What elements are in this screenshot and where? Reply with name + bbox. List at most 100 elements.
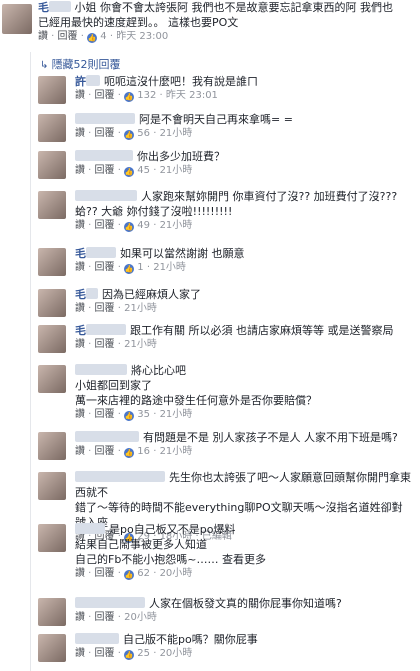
- reply-button[interactable]: 回覆: [95, 262, 115, 273]
- like-count: 4: [100, 31, 107, 42]
- timestamp[interactable]: 昨天 23:01: [166, 90, 218, 101]
- like-button[interactable]: 讚: [75, 339, 85, 350]
- avatar[interactable]: [38, 151, 66, 179]
- avatar[interactable]: [38, 289, 66, 317]
- avatar[interactable]: [38, 634, 66, 662]
- thumbs-up-icon: 👍: [87, 33, 98, 43]
- reply-actions: 讚 · 回覆 · 👍 1 · 21小時: [75, 262, 186, 274]
- commenter-name[interactable]: 毛: [75, 324, 130, 337]
- commenter-name[interactable]: [75, 150, 137, 163]
- reply-button[interactable]: 回覆: [95, 165, 115, 176]
- reply-button[interactable]: 回覆: [58, 31, 78, 42]
- reply-body: 人家在個板發文真的關你屁事你知道嗎? 讚 · 回覆 · 20小時: [75, 596, 413, 625]
- reply-button[interactable]: 回覆: [95, 612, 115, 623]
- like-button[interactable]: 讚: [75, 446, 85, 457]
- reply-button[interactable]: 回覆: [95, 339, 115, 350]
- reply-actions: 讚 · 回覆 · 👍 35 · 21小時: [75, 409, 193, 421]
- like-button[interactable]: 讚: [38, 31, 48, 42]
- thread-divider: [30, 52, 31, 671]
- timestamp[interactable]: 20小時: [160, 648, 193, 659]
- commenter-name[interactable]: 許: [75, 75, 104, 88]
- timestamp[interactable]: 21小時: [160, 446, 193, 457]
- avatar[interactable]: [38, 365, 66, 393]
- avatar[interactable]: [38, 598, 66, 626]
- reply-button[interactable]: 回覆: [95, 220, 115, 231]
- commenter-name[interactable]: 毛: [38, 1, 71, 14]
- like-button[interactable]: 讚: [75, 568, 85, 579]
- like-button[interactable]: 讚: [75, 128, 85, 139]
- thumbs-up-icon: 👍: [124, 222, 135, 232]
- like-button[interactable]: 讚: [75, 165, 85, 176]
- reply-body: 許呃呃這沒什麼吧！我有說是誰ㄇ讚 · 回覆 · 👍 132 · 昨天 23:01: [75, 74, 413, 103]
- reply-text: 是po自己板又不是po爆料: [109, 523, 236, 536]
- reply-text: 萬一來店裡的路途中發生任何意外是否你要賠償？: [75, 394, 317, 407]
- reply-body: 毛跟工作有關 所以必須 也請店家麻煩等等 或是送警察局讚 · 回覆 · 21小時: [75, 323, 413, 352]
- avatar[interactable]: [38, 325, 66, 353]
- commenter-name[interactable]: 毛: [75, 247, 120, 260]
- avatar[interactable]: [38, 191, 66, 219]
- like-button[interactable]: 讚: [75, 648, 85, 659]
- avatar[interactable]: [38, 524, 66, 552]
- reply-text: 人家在個板發文真的關你屁事你知道嗎?: [149, 597, 342, 610]
- timestamp[interactable]: 21小時: [124, 303, 157, 314]
- timestamp[interactable]: 21小時: [153, 262, 186, 273]
- like-button[interactable]: 讚: [75, 220, 85, 231]
- commenter-name[interactable]: [75, 523, 109, 536]
- like-button[interactable]: 讚: [75, 612, 85, 623]
- reply-text: 人家跑來幫妳開門 你車資付了沒?? 加班費付了沒???: [141, 190, 398, 203]
- commenter-name[interactable]: [75, 190, 141, 203]
- commenter-name[interactable]: [75, 633, 123, 646]
- thumbs-up-icon: 👍: [124, 92, 135, 102]
- comment-thread: 毛 小姐 你會不會太誇張阿 我們也不是故意要忘記拿東西的阿 我們也 已經用最快的…: [0, 0, 420, 671]
- commenter-name[interactable]: [75, 113, 139, 126]
- commenter-name[interactable]: 毛: [75, 288, 102, 301]
- reply-text: 呃呃這沒什麼吧！我有說是誰ㄇ: [104, 75, 258, 88]
- like-count: 35: [137, 409, 151, 420]
- avatar[interactable]: [38, 432, 66, 460]
- reply-text: 你出多少加班費？: [137, 150, 225, 163]
- thumbs-up-icon: 👍: [124, 264, 135, 274]
- reply-text: 如果可以當然謝謝 也願意: [120, 247, 245, 260]
- reply-actions: 讚 · 回覆 · 👍 56 · 21小時: [75, 128, 193, 140]
- timestamp[interactable]: 21小時: [160, 128, 193, 139]
- commenter-name[interactable]: [75, 364, 131, 377]
- commenter-name[interactable]: [75, 431, 143, 444]
- reply-button[interactable]: 回覆: [95, 446, 115, 457]
- reply-text: 因為已經麻煩人家了: [102, 288, 201, 301]
- reply-button[interactable]: 回覆: [95, 568, 115, 579]
- timestamp[interactable]: 21小時: [124, 339, 157, 350]
- timestamp[interactable]: 21小時: [160, 165, 193, 176]
- reply-actions: 讚 · 回覆 · 21小時: [75, 339, 157, 350]
- timestamp[interactable]: 20小時: [124, 612, 157, 623]
- commenter-name[interactable]: [75, 471, 169, 484]
- like-button[interactable]: 讚: [75, 303, 85, 314]
- timestamp[interactable]: 21小時: [160, 409, 193, 420]
- reply-button[interactable]: 回覆: [95, 409, 115, 420]
- like-button[interactable]: 讚: [75, 262, 85, 273]
- like-count: 132: [137, 90, 157, 101]
- avatar[interactable]: [38, 76, 66, 104]
- reply-button[interactable]: 回覆: [95, 648, 115, 659]
- like-count: 16: [137, 446, 151, 457]
- hidden-replies-link[interactable]: ↳ 隱藏52則回覆: [40, 56, 121, 72]
- avatar[interactable]: [38, 248, 66, 276]
- commenter-name[interactable]: [75, 597, 149, 610]
- like-button[interactable]: 讚: [75, 409, 85, 420]
- reply-button[interactable]: 回覆: [95, 303, 115, 314]
- reply-body: 你出多少加班費？ 讚 · 回覆 · 👍 45 · 21小時: [75, 149, 413, 178]
- like-button[interactable]: 讚: [75, 90, 85, 101]
- timestamp[interactable]: 20小時: [160, 568, 193, 579]
- avatar[interactable]: [38, 114, 66, 142]
- reply-actions: 讚 · 回覆 · 👍 16 · 21小時: [75, 446, 193, 458]
- thumbs-up-icon: 👍: [124, 570, 135, 580]
- avatar[interactable]: [2, 4, 32, 34]
- reply-body: 人家跑來幫妳開門 你車資付了沒?? 加班費付了沒??? 蛤?? 大爺 妳付錢了沒啦…: [75, 189, 413, 233]
- reply-text: 蛤?? 大爺 妳付錢了沒啦!!!!!!!!!: [75, 205, 233, 218]
- timestamp[interactable]: 昨天 23:00: [116, 31, 168, 42]
- timestamp[interactable]: 21小時: [160, 220, 193, 231]
- reply-arrow-icon: ↳: [40, 60, 52, 71]
- reply-button[interactable]: 回覆: [95, 128, 115, 139]
- reply-button[interactable]: 回覆: [95, 90, 115, 101]
- thumbs-up-icon: 👍: [124, 167, 135, 177]
- avatar[interactable]: [38, 472, 66, 500]
